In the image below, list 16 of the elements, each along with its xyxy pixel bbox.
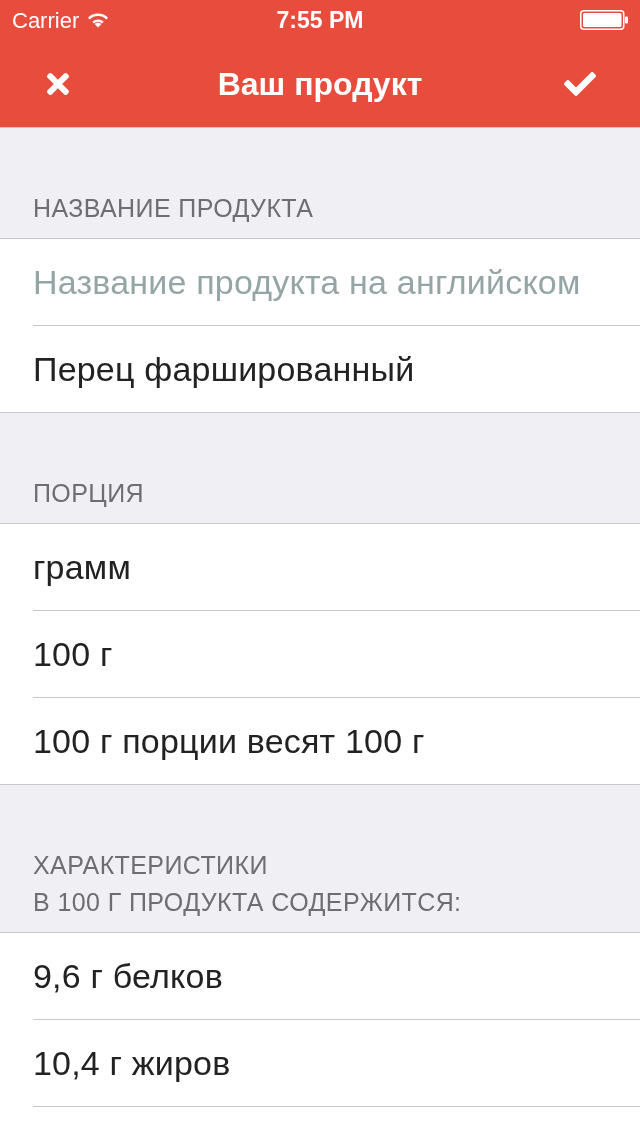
section-header: НАЗВАНИЕ ПРОДУКТА xyxy=(33,193,314,224)
row-label: 100 г xyxy=(33,633,113,675)
section-header: В 100 Г ПРОДУКТА СОДЕРЖИТСЯ: xyxy=(33,887,462,918)
wifi-icon xyxy=(87,12,110,28)
section-header: ХАРАКТЕРИСТИКИ xyxy=(33,850,268,881)
screen-title: Ваш продукт xyxy=(217,64,423,104)
section-header: ПОРЦИЯ xyxy=(33,478,144,509)
text-field[interactable]: Название продукта на английском xyxy=(33,252,624,312)
text-field[interactable]: Перец фаршированный xyxy=(33,339,624,399)
row-label: грамм xyxy=(33,546,131,588)
carrier-label: Carrier xyxy=(12,6,80,35)
row-label: 100 г порции весят 100 г xyxy=(33,720,425,762)
row-label: 10,4 г жиров xyxy=(33,1042,231,1084)
battery-icon xyxy=(580,10,628,30)
row-label: 9,6 г белков xyxy=(33,955,223,997)
time-label: 7:55 PM xyxy=(276,5,364,35)
